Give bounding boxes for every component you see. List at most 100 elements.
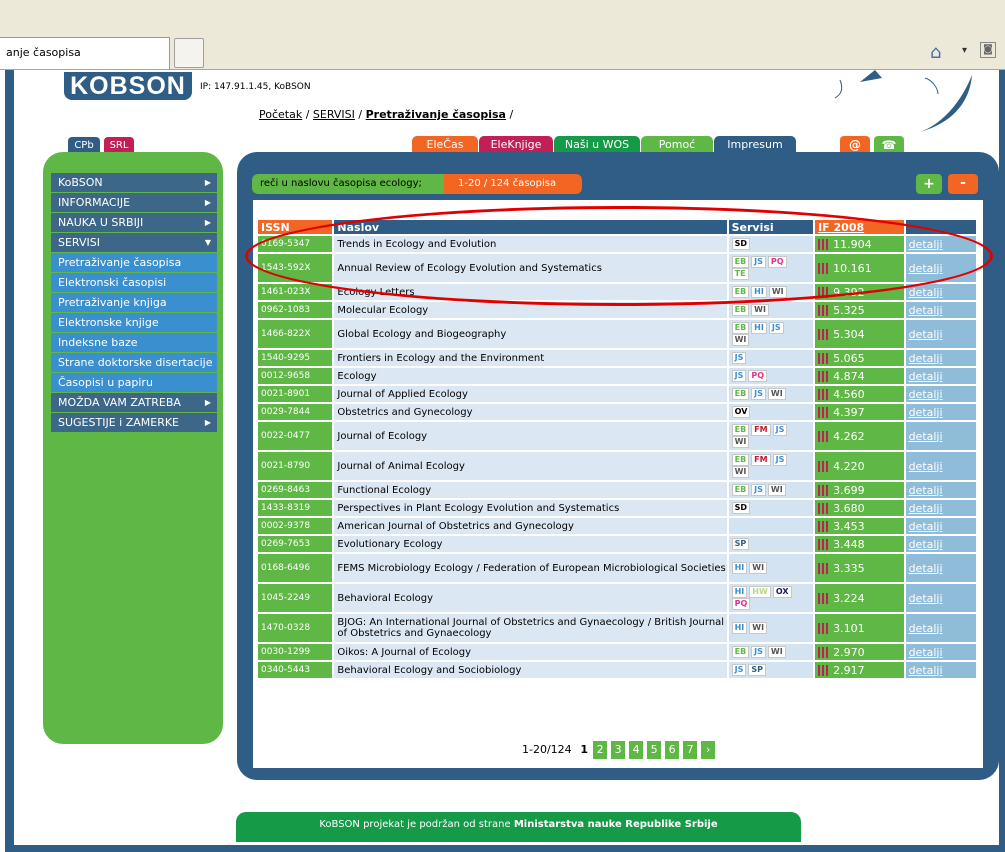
details-link[interactable]: detalji [905, 500, 976, 516]
chart-bars-icon[interactable] [818, 503, 831, 514]
service-badge[interactable]: HW [749, 586, 771, 598]
sidebar-subitem-elektronske-knjige[interactable]: Elektronske knjige [51, 313, 217, 332]
sidebar-subitem-indeksne-baze[interactable]: Indeksne baze [51, 333, 217, 352]
sidebar-subitem-strane-disertacije[interactable]: Strane doktorske disertacije [51, 353, 217, 372]
service-badge[interactable]: JS [731, 664, 747, 676]
service-badge[interactable]: EB [731, 388, 750, 400]
chart-bars-icon[interactable] [818, 665, 831, 676]
details-link[interactable]: detalji [905, 584, 976, 612]
service-badge[interactable]: WI [731, 466, 750, 478]
chart-bars-icon[interactable] [818, 431, 831, 442]
details-link[interactable]: detalji [905, 518, 976, 534]
sidebar-item-informacije[interactable]: INFORMACIJE ▶ [51, 193, 217, 212]
feed-icon[interactable]: ◙ [980, 42, 996, 58]
service-badge[interactable]: OV [731, 406, 751, 418]
service-badge[interactable]: JS [772, 454, 788, 466]
chart-bars-icon[interactable] [818, 521, 831, 532]
service-badge[interactable]: HI [731, 622, 748, 634]
sidebar-subitem-elektronski-casopisi[interactable]: Elektronski časopisi [51, 273, 217, 292]
service-badge[interactable]: EB [731, 424, 750, 436]
details-link[interactable]: detalji [905, 482, 976, 498]
details-link[interactable]: detalji [905, 404, 976, 420]
service-badge[interactable]: HI [731, 562, 748, 574]
journal-title[interactable]: Evolutionary Ecology [334, 536, 727, 552]
sidebar-subitem-casopisi-u-papiru[interactable]: Časopisi u papiru [51, 373, 217, 392]
details-link[interactable]: detalji [905, 614, 976, 642]
service-badge[interactable]: EB [731, 322, 750, 334]
service-badge[interactable]: SP [748, 664, 766, 676]
details-link[interactable]: detalji [905, 368, 976, 384]
service-badge[interactable]: JS [731, 352, 747, 364]
chart-bars-icon[interactable] [818, 353, 831, 364]
sidebar-item-kobson[interactable]: KoBSON ▶ [51, 173, 217, 192]
collapse-button[interactable]: - [948, 174, 978, 194]
journal-title[interactable]: Journal of Ecology [334, 422, 727, 450]
sidebar-item-mozda-vam-zatreba[interactable]: MOŽDA VAM ZATREBA ▶ [51, 393, 217, 412]
details-link[interactable]: detalji [905, 284, 976, 300]
service-badge[interactable]: OX [772, 586, 792, 598]
expand-button[interactable]: + [916, 174, 942, 194]
chart-bars-icon[interactable] [818, 593, 831, 604]
service-badge[interactable]: JS [751, 484, 766, 496]
sidebar-item-sugestije[interactable]: SUGESTIJE i ZAMERKE ▶ [51, 413, 217, 432]
journal-title[interactable]: Journal of Applied Ecology [334, 386, 727, 402]
journal-title[interactable]: Frontiers in Ecology and the Environment [334, 350, 727, 366]
breadcrumb-start[interactable]: Početak [259, 108, 302, 121]
new-tab-button[interactable] [174, 38, 204, 68]
service-badge[interactable]: EB [731, 484, 750, 496]
journal-title[interactable]: FEMS Microbiology Ecology / Federation o… [334, 554, 727, 582]
page-7[interactable]: 7 [683, 741, 698, 759]
details-link[interactable]: detalji [905, 422, 976, 450]
service-badge[interactable]: JS [768, 322, 784, 334]
page-3[interactable]: 3 [611, 741, 626, 759]
service-badge[interactable]: WI [731, 334, 750, 346]
service-badge[interactable]: JS [751, 388, 766, 400]
details-link[interactable]: detalji [905, 320, 976, 348]
journal-title[interactable]: Behavioral Ecology [334, 584, 727, 612]
service-badge[interactable]: JS [731, 370, 747, 382]
service-badge[interactable]: HI [751, 322, 767, 334]
journal-title[interactable]: Obstetrics and Gynecology [334, 404, 727, 420]
service-badge[interactable]: WI [767, 484, 786, 496]
details-link[interactable]: detalji [905, 350, 976, 366]
chart-bars-icon[interactable] [818, 539, 831, 550]
details-link[interactable]: detalji [905, 302, 976, 318]
journal-title[interactable]: Ecology [334, 368, 727, 384]
chart-bars-icon[interactable] [818, 305, 831, 316]
service-badge[interactable]: EB [731, 454, 750, 466]
service-badge[interactable]: WI [751, 304, 769, 316]
sidebar-item-servisi[interactable]: SERVISI ▼ [51, 233, 217, 252]
service-badge[interactable]: FM [751, 424, 771, 436]
chart-bars-icon[interactable] [818, 647, 831, 658]
sidebar-item-nauka-u-srbiji[interactable]: NAUKA U SRBIJI ▶ [51, 213, 217, 232]
chart-bars-icon[interactable] [818, 371, 831, 382]
page-1[interactable]: 1 [579, 741, 589, 759]
page-6[interactable]: 6 [665, 741, 680, 759]
service-badge[interactable]: JS [751, 646, 766, 658]
page-5[interactable]: 5 [647, 741, 662, 759]
journal-title[interactable]: Perspectives in Plant Ecology Evolution … [334, 500, 727, 516]
details-link[interactable]: detalji [905, 644, 976, 660]
sidebar-subitem-pretrazivanje-casopisa[interactable]: Pretraživanje časopisa [51, 253, 217, 272]
service-badge[interactable]: EB [731, 646, 750, 658]
chevron-down-icon[interactable]: ▾ [962, 45, 967, 56]
sidebar-subitem-pretrazivanje-knjiga[interactable]: Pretraživanje knjiga [51, 293, 217, 312]
home-icon[interactable]: ⌂ [930, 42, 941, 63]
chart-bars-icon[interactable] [818, 389, 831, 400]
journal-title[interactable]: BJOG: An International Journal of Obstet… [334, 614, 727, 642]
chart-bars-icon[interactable] [818, 485, 831, 496]
journal-title[interactable]: Behavioral Ecology and Sociobiology [334, 662, 727, 678]
service-badge[interactable]: JS [772, 424, 788, 436]
details-link[interactable]: detalji [905, 554, 976, 582]
details-link[interactable]: detalji [905, 662, 976, 678]
next-page-button[interactable]: › [701, 741, 716, 759]
chart-bars-icon[interactable] [818, 407, 831, 418]
service-badge[interactable]: FM [751, 454, 771, 466]
chart-bars-icon[interactable] [818, 623, 831, 634]
kobson-logo[interactable]: KOBSON [64, 72, 192, 100]
browser-tab[interactable]: anje časopisa [0, 37, 170, 69]
details-link[interactable]: detalji [905, 536, 976, 552]
page-4[interactable]: 4 [629, 741, 644, 759]
journal-title[interactable]: Functional Ecology [334, 482, 727, 498]
details-link[interactable]: detalji [905, 386, 976, 402]
